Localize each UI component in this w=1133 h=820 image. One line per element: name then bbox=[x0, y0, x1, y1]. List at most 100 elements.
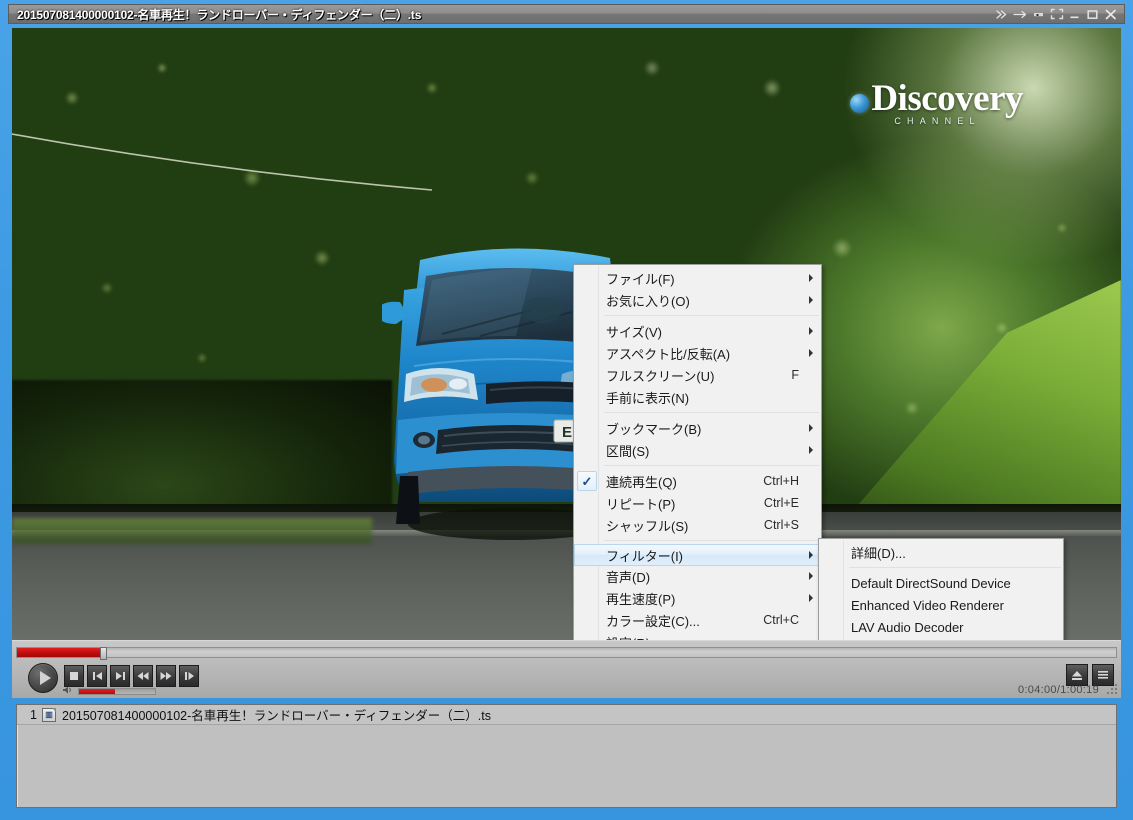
menu-separator bbox=[849, 567, 1061, 568]
filter-submenu-item[interactable]: LAV Audio Decoder bbox=[819, 616, 1063, 638]
seek-bar[interactable] bbox=[16, 647, 1117, 660]
menu-item-label: ブックマーク(B) bbox=[606, 421, 702, 437]
maximize-button[interactable] bbox=[1084, 5, 1101, 23]
menu-item-accelerator: Ctrl+C bbox=[763, 613, 799, 627]
context-menu-item[interactable]: フルスクリーン(U) F bbox=[574, 364, 821, 386]
context-menu-item[interactable]: アスペクト比/反転(A) bbox=[574, 342, 821, 364]
menu-separator bbox=[604, 540, 819, 541]
menu-item-label: 再生速度(P) bbox=[606, 591, 676, 607]
chevron-right-icon bbox=[809, 551, 813, 559]
channel-logo: Discovery CHANNEL bbox=[850, 80, 1023, 126]
menu-item-label: Default DirectSound Device bbox=[851, 575, 1011, 591]
playlist-toggle-button[interactable] bbox=[1092, 664, 1114, 686]
filter-submenu[interactable]: 詳細(D)... Default DirectSound Device Enhanc… bbox=[818, 538, 1064, 640]
stop-button[interactable] bbox=[64, 665, 84, 687]
time-display: 0:04:00/1:00:19 bbox=[1018, 684, 1099, 696]
playlist-row[interactable]: 1 ▥ 201507081400000102-名車再生！ランドローバー・ディフェ… bbox=[17, 705, 1116, 725]
seek-thumb[interactable] bbox=[99, 647, 107, 660]
chevron-right-icon bbox=[809, 349, 813, 357]
media-file-icon: ▥ bbox=[42, 707, 56, 722]
context-menu-item[interactable]: ファイル(F) bbox=[574, 267, 821, 289]
chevron-right-icon bbox=[809, 594, 813, 602]
menu-item-label: 区間(S) bbox=[606, 443, 650, 459]
filter-submenu-item[interactable]: Default DirectSound Device bbox=[819, 572, 1063, 594]
menu-separator bbox=[604, 412, 819, 413]
globe-icon bbox=[850, 93, 870, 113]
volume-icon bbox=[62, 685, 73, 698]
minimize-button[interactable] bbox=[1066, 5, 1083, 23]
menu-item-label: 設定(R)... bbox=[606, 633, 813, 641]
seek-progress-fill bbox=[17, 648, 103, 657]
menu-item-label: お気に入り(O) bbox=[606, 293, 690, 309]
discovery-wordmark-row: Discovery bbox=[850, 80, 1023, 118]
volume-control[interactable] bbox=[62, 685, 156, 698]
context-menu-item[interactable]: ✓ 連続再生(Q) Ctrl+H bbox=[574, 470, 821, 492]
power-line bbox=[12, 128, 433, 198]
volume-slider[interactable] bbox=[78, 688, 156, 695]
play-button[interactable] bbox=[28, 663, 58, 693]
menu-item-label: サイズ(V) bbox=[606, 324, 662, 340]
chevron-right-icon bbox=[809, 446, 813, 454]
playlist-index: 1 bbox=[30, 707, 37, 722]
playback-control-bar: 0:04:00/1:00:19 bbox=[12, 640, 1121, 698]
context-menu-item[interactable]: 手前に表示(N) bbox=[574, 386, 821, 408]
context-menu[interactable]: ファイル(F) お気に入り(O) サイズ(V) アスペクト比/反転(A) フルスクリーン… bbox=[573, 264, 822, 640]
menu-item-label: ファイル(F) bbox=[606, 271, 675, 287]
check-icon: ✓ bbox=[577, 471, 597, 491]
previous-button[interactable] bbox=[87, 665, 107, 687]
playlist-panel[interactable]: 1 ▥ 201507081400000102-名車再生！ランドローバー・ディフェ… bbox=[16, 704, 1117, 808]
context-menu-item[interactable]: 音声(D) bbox=[574, 565, 821, 587]
frame-step-button[interactable] bbox=[179, 665, 199, 687]
menu-item-label: 手前に表示(N) bbox=[606, 390, 690, 406]
resize-grip[interactable] bbox=[1106, 684, 1118, 696]
context-menu-item[interactable]: ブックマーク(B) bbox=[574, 417, 821, 439]
menu-item-accelerator: Ctrl+H bbox=[763, 474, 799, 488]
menu-item-label: シャッフル(S) bbox=[606, 518, 689, 534]
close-button[interactable] bbox=[1102, 5, 1119, 23]
context-menu-item[interactable]: 再生速度(P) bbox=[574, 587, 821, 609]
chevron-right-icon bbox=[809, 572, 813, 580]
arrow-right-icon[interactable] bbox=[1012, 5, 1029, 23]
chevron-right-icon bbox=[809, 327, 813, 335]
context-menu-item[interactable]: 設定(R)... bbox=[574, 631, 821, 641]
menu-item-label: フルスクリーン(U) bbox=[606, 368, 715, 384]
filter-submenu-item[interactable]: Enhanced Video Renderer bbox=[819, 594, 1063, 616]
context-menu-item[interactable]: サイズ(V) bbox=[574, 320, 821, 342]
context-menu-item[interactable]: シャッフル(S) Ctrl+S bbox=[574, 514, 821, 536]
context-menu-item[interactable]: 区間(S) bbox=[574, 439, 821, 461]
compact-mode-icon[interactable] bbox=[1030, 5, 1047, 23]
context-menu-item[interactable]: フィルター(I) bbox=[574, 544, 821, 566]
overflow-chevrons-icon[interactable] bbox=[994, 5, 1011, 23]
menu-item-accelerator: Ctrl+S bbox=[763, 518, 799, 532]
title-bar[interactable]: 201507081400000102-名車再生！ランドローバー・ディフェンダー（… bbox=[8, 4, 1125, 24]
menu-item-label: フィルター(I) bbox=[606, 549, 684, 564]
road-verge bbox=[12, 518, 372, 544]
filter-submenu-item[interactable]: LAV Video Decoder bbox=[819, 638, 1063, 640]
context-menu-item[interactable]: お気に入り(O) bbox=[574, 289, 821, 311]
eject-button[interactable] bbox=[1066, 664, 1088, 686]
next-button[interactable] bbox=[110, 665, 130, 687]
menu-item-accelerator: F bbox=[791, 368, 799, 382]
rewind-button[interactable] bbox=[133, 665, 153, 687]
window-title: 201507081400000102-名車再生！ランドローバー・ディフェンダー（… bbox=[17, 7, 422, 22]
volume-fill bbox=[79, 689, 116, 694]
play-icon bbox=[39, 671, 51, 685]
media-player-window: 201507081400000102-名車再生！ランドローバー・ディフェンダー（… bbox=[0, 0, 1133, 820]
transport-buttons bbox=[64, 665, 199, 687]
fullscreen-icon[interactable] bbox=[1048, 5, 1065, 23]
chevron-right-icon bbox=[809, 296, 813, 304]
fastforward-button[interactable] bbox=[156, 665, 176, 687]
menu-item-label: 詳細(D)... bbox=[851, 545, 906, 561]
video-display[interactable]: EDS Discovery CHANNEL ファイル(F)お気に入り(O)サイズ… bbox=[12, 28, 1121, 640]
menu-item-label: 音声(D) bbox=[606, 569, 651, 585]
context-menu-item[interactable]: リピート(P) Ctrl+E bbox=[574, 492, 821, 514]
sun-glow bbox=[841, 28, 1121, 268]
menu-item-label: Enhanced Video Renderer bbox=[851, 597, 1004, 613]
menu-item-label: LAV Audio Decoder bbox=[851, 619, 964, 635]
playlist-item-title: 201507081400000102-名車再生！ランドローバー・ディフェンダー（… bbox=[62, 709, 491, 723]
window-controls bbox=[994, 5, 1124, 23]
filter-submenu-item[interactable]: 詳細(D)... bbox=[819, 541, 1063, 563]
menu-item-label: カラー設定(C)... bbox=[606, 613, 700, 629]
context-menu-item[interactable]: カラー設定(C)... Ctrl+C bbox=[574, 609, 821, 631]
discovery-wordmark: Discovery bbox=[871, 78, 1023, 119]
